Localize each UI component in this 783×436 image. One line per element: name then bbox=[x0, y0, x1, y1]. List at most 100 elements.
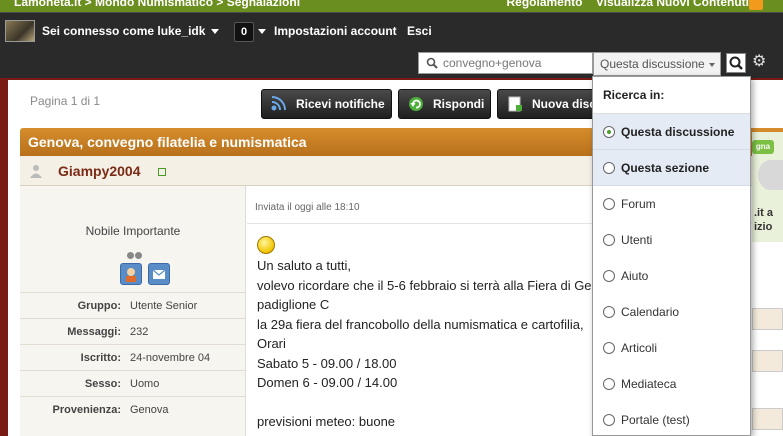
author-rank: Nobile Importante bbox=[85, 224, 181, 238]
scope-option-help[interactable]: Aiuto bbox=[593, 258, 750, 294]
search-scope-value: Questa discussione bbox=[600, 57, 705, 71]
info-value: Utente Senior bbox=[130, 300, 198, 312]
post-text-line: Domen 6 - 09.00 / 14.00 bbox=[257, 375, 398, 390]
account-settings-link[interactable]: Impostazioni account bbox=[274, 24, 397, 38]
info-key: Sesso: bbox=[84, 378, 121, 390]
ad-text-line: izio bbox=[754, 221, 773, 233]
info-key: Iscritto: bbox=[80, 352, 121, 364]
side-widget bbox=[752, 350, 783, 372]
breadcrumb[interactable]: Lamoneta.it > Mondo Numismatico > Segnal… bbox=[14, 0, 300, 9]
scope-option-users[interactable]: Utenti bbox=[593, 222, 750, 258]
search-button[interactable] bbox=[726, 53, 746, 73]
side-widget bbox=[752, 308, 783, 330]
online-status-icon bbox=[158, 168, 166, 176]
chevron-down-icon bbox=[211, 29, 220, 35]
reply-button[interactable]: Rispondi bbox=[398, 89, 491, 119]
post-text-line: Sabato 5 - 09.00 / 18.00 bbox=[257, 356, 397, 371]
post-text-line: padiglione C bbox=[257, 297, 330, 312]
ad-badge: gna bbox=[752, 140, 774, 154]
info-row-joined: Iscritto: 24-novembre 04 bbox=[20, 344, 246, 370]
info-row-group: Gruppo: Utente Senior bbox=[20, 292, 246, 318]
notification-count[interactable]: 0 bbox=[234, 22, 254, 42]
smiley-icon bbox=[257, 236, 275, 254]
scope-option-media[interactable]: Mediateca bbox=[593, 366, 750, 402]
piggy-bank-icon bbox=[758, 160, 783, 190]
side-widget bbox=[752, 408, 783, 430]
radio-icon[interactable] bbox=[603, 234, 615, 246]
info-row-location: Provenienza: Genova bbox=[20, 396, 246, 422]
view-profile-icon[interactable] bbox=[120, 263, 142, 285]
user-menu[interactable]: Sei connesso come luke_idk bbox=[42, 24, 220, 38]
ad-text-line: .it a bbox=[754, 207, 773, 219]
connected-as-label: Sei connesso come luke_idk bbox=[42, 24, 206, 38]
user-icon bbox=[30, 165, 42, 178]
info-key: Messaggi: bbox=[67, 326, 121, 338]
reply-button-label: Rispondi bbox=[433, 97, 485, 111]
pagination-label: Pagina 1 di 1 bbox=[30, 94, 101, 108]
mail-icon bbox=[152, 269, 166, 279]
avatar[interactable] bbox=[5, 20, 35, 42]
radio-selected-icon[interactable] bbox=[603, 126, 615, 138]
chevron-down-icon bbox=[709, 63, 715, 67]
search-icon bbox=[729, 56, 743, 70]
user-bar: Sei connesso come luke_idk 0 Impostazion… bbox=[0, 12, 783, 48]
scope-option-label: Mediateca bbox=[621, 377, 677, 391]
post-text-line: la 29a fiera del francobollo della numis… bbox=[257, 317, 584, 332]
info-value: Uomo bbox=[130, 378, 160, 390]
new-topic-button[interactable]: Nuova discu bbox=[497, 89, 607, 119]
reply-icon bbox=[409, 97, 423, 111]
scope-option-label: Portale (test) bbox=[621, 413, 690, 427]
radio-icon[interactable] bbox=[603, 306, 615, 318]
post-text-line: Orari bbox=[257, 336, 286, 351]
scope-option-label: Articoli bbox=[621, 341, 658, 355]
scope-option-label: Utenti bbox=[621, 233, 653, 247]
dropdown-title: Ricerca in: bbox=[593, 77, 750, 114]
post-author-name[interactable]: Giampy2004 bbox=[58, 163, 141, 179]
post-text-line: previsioni meteo: buone bbox=[257, 414, 396, 429]
author-info-panel: Nobile Importante Gruppo: Utente Senior … bbox=[20, 186, 246, 436]
search-icon bbox=[426, 57, 438, 69]
top-links: Regolamento Visualizza Nuovi Contenuti bbox=[497, 0, 750, 9]
follow-button-label: Ricevi notifiche bbox=[296, 97, 385, 111]
info-row-posts: Messaggi: 232 bbox=[20, 318, 246, 344]
search-input[interactable]: convegno+genova bbox=[418, 52, 593, 74]
scope-option-forum[interactable]: Forum bbox=[593, 186, 750, 222]
radio-icon[interactable] bbox=[603, 270, 615, 282]
scope-option-label: Forum bbox=[621, 197, 656, 211]
post-text-line: Un saluto a tutti, bbox=[257, 258, 351, 273]
rules-link[interactable]: Regolamento bbox=[507, 0, 583, 9]
logout-link[interactable]: Esci bbox=[407, 24, 432, 38]
ad-text: .it a izio bbox=[754, 206, 773, 234]
info-value: Genova bbox=[130, 404, 169, 416]
info-value: 24-novembre 04 bbox=[130, 352, 211, 364]
radio-icon[interactable] bbox=[603, 162, 615, 174]
scope-option-portal[interactable]: Portale (test) bbox=[593, 402, 750, 435]
info-key: Provenienza: bbox=[52, 404, 121, 416]
scope-option-label: Questa discussione bbox=[621, 125, 735, 139]
top-nav-bar: Lamoneta.it > Mondo Numismatico > Segnal… bbox=[0, 0, 783, 12]
scope-option-this-section[interactable]: Questa sezione bbox=[593, 150, 750, 186]
gear-icon[interactable]: ⚙ bbox=[752, 54, 768, 70]
radio-icon[interactable] bbox=[603, 378, 615, 390]
radio-icon[interactable] bbox=[603, 198, 615, 210]
new-content-link[interactable]: Visualizza Nuovi Contenuti bbox=[596, 0, 749, 9]
search-scope-dropdown: Ricerca in: Questa discussione Questa se… bbox=[592, 76, 751, 436]
radio-icon[interactable] bbox=[603, 414, 615, 426]
scope-option-label: Questa sezione bbox=[621, 161, 710, 175]
scope-option-label: Aiuto bbox=[621, 269, 649, 283]
scope-option-calendar[interactable]: Calendario bbox=[593, 294, 750, 330]
rss-icon[interactable] bbox=[749, 0, 763, 10]
send-message-icon[interactable] bbox=[148, 263, 170, 285]
info-key: Gruppo: bbox=[77, 300, 121, 312]
scope-option-label: Calendario bbox=[621, 305, 680, 319]
radio-icon[interactable] bbox=[603, 342, 615, 354]
scope-option-this-topic[interactable]: Questa discussione bbox=[593, 114, 750, 150]
follow-button[interactable]: Ricevi notifiche bbox=[261, 89, 392, 119]
new-document-icon bbox=[508, 96, 522, 112]
notification-chevron-icon[interactable] bbox=[258, 29, 266, 34]
info-value: 232 bbox=[130, 326, 149, 338]
search-scope-select[interactable]: Questa discussione bbox=[593, 52, 721, 76]
scope-option-articles[interactable]: Articoli bbox=[593, 330, 750, 366]
profile-icon bbox=[126, 268, 136, 282]
reputation-dots-icon bbox=[127, 248, 143, 262]
